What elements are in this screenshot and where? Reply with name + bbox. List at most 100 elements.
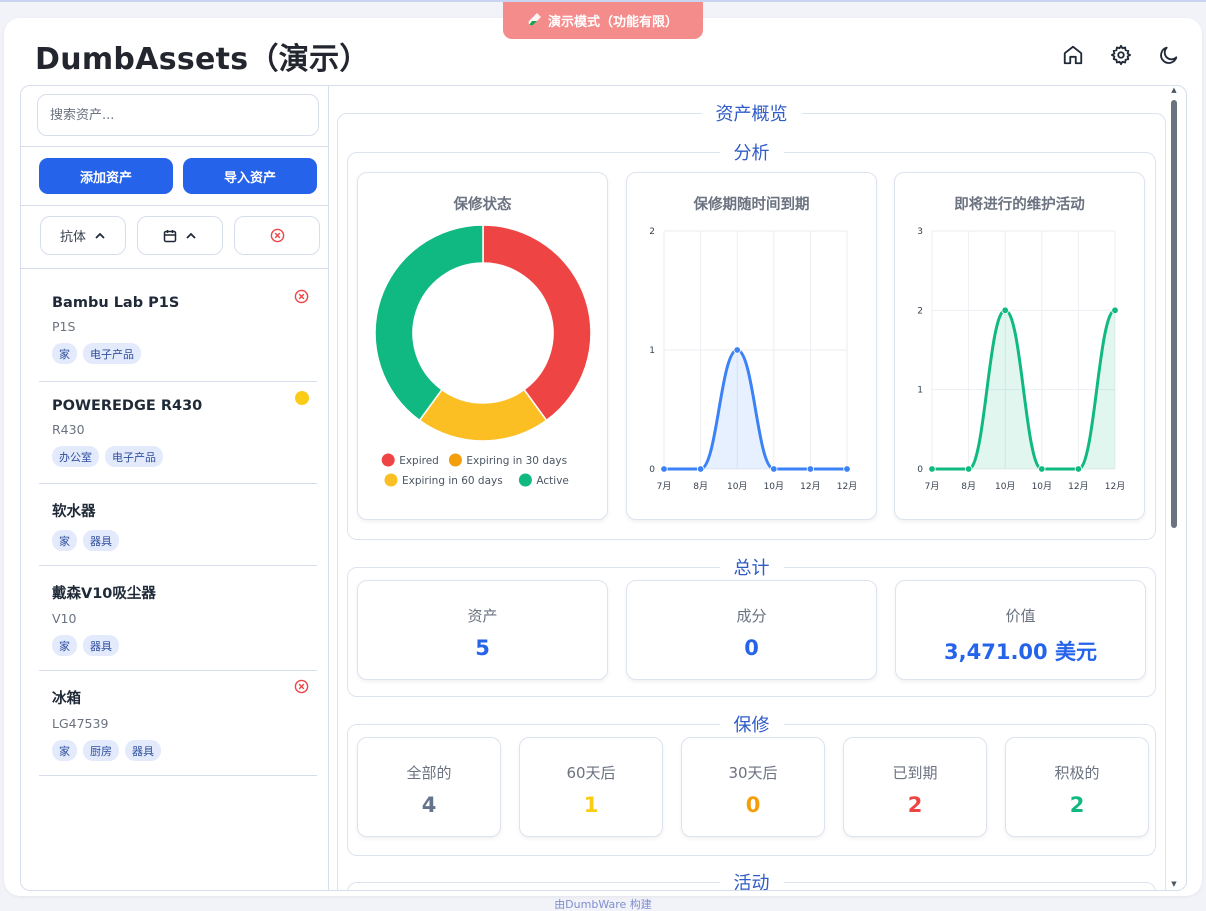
y-tick-label: 2 bbox=[649, 227, 655, 237]
asset-tags: 家 厨房 器具 bbox=[52, 740, 317, 761]
data-point[interactable] bbox=[770, 465, 778, 473]
data-point[interactable] bbox=[696, 465, 705, 473]
asset-list-item[interactable]: 冰箱 LG47539 家 厨房 器具 bbox=[39, 671, 317, 776]
stat-label: 已到期 bbox=[892, 764, 938, 782]
main-frame: 添加资产 导入资产 抗体 Bambu Lab P1S bbox=[20, 85, 1187, 891]
stat-value: 2 bbox=[907, 793, 923, 817]
asset-tags: 家 电子产品 bbox=[52, 343, 317, 364]
asset-tag[interactable]: 器具 bbox=[83, 635, 119, 656]
asset-tag[interactable]: 家 bbox=[52, 530, 77, 551]
data-point[interactable] bbox=[964, 465, 973, 473]
x-tick-label: 12月 bbox=[800, 481, 820, 492]
maintenance-card: 即将进行的维护活动 0 1 2 3 7月 8月 10月 10月 12月 12月 bbox=[894, 172, 1145, 520]
asset-list-item[interactable]: POWEREDGE R430 R430 办公室 电子产品 bbox=[39, 382, 317, 484]
warranty-expiry-chart: 0 1 2 7月 8月 10月 10月 12月 12月 bbox=[649, 227, 857, 492]
app-window: DumbAssets（演示） 添加资产 导入资产 抗体 bbox=[4, 18, 1202, 896]
legend-item[interactable]: Expired bbox=[381, 453, 439, 468]
x-tick-label: 8月 bbox=[961, 481, 976, 492]
pie-slice-active[interactable] bbox=[374, 224, 484, 422]
asset-sidebar: 添加资产 导入资产 抗体 Bambu Lab P1S bbox=[21, 86, 329, 890]
header-actions bbox=[1060, 42, 1182, 68]
legend-item[interactable]: Expiring in 60 days bbox=[384, 473, 503, 488]
data-point[interactable] bbox=[1038, 465, 1046, 473]
sort-date-button[interactable] bbox=[137, 216, 223, 255]
pie-slice-expired[interactable] bbox=[482, 224, 592, 422]
demo-mode-text: 演示模式（功能有限） bbox=[547, 15, 678, 30]
asset-model: P1S bbox=[52, 319, 76, 334]
asset-tag[interactable]: 电子产品 bbox=[83, 343, 141, 364]
scrollbar-thumb[interactable] bbox=[1171, 100, 1177, 528]
expired-status-icon bbox=[294, 289, 309, 304]
expired-status-icon bbox=[294, 679, 309, 694]
asset-tag[interactable]: 家 bbox=[52, 343, 77, 364]
settings-button[interactable] bbox=[1108, 42, 1134, 68]
asset-list-item[interactable]: 软水器 家 器具 bbox=[39, 484, 317, 566]
asset-list-item[interactable]: 戴森V10吸尘器 V10 家 器具 bbox=[39, 566, 317, 671]
pie-slice-expiring-in-60-days[interactable] bbox=[418, 388, 548, 442]
asset-tags: 家 器具 bbox=[52, 635, 317, 656]
asset-model: R430 bbox=[52, 422, 85, 437]
test-tube-icon bbox=[528, 12, 542, 30]
x-tick-label: 10月 bbox=[1032, 481, 1052, 492]
search-input[interactable] bbox=[37, 94, 319, 136]
data-point[interactable] bbox=[928, 465, 936, 473]
stat-label: 成分 bbox=[736, 607, 767, 625]
data-point[interactable] bbox=[1001, 306, 1009, 315]
legend-swatch bbox=[448, 453, 462, 467]
stat-value: 4 bbox=[421, 793, 437, 817]
legend-item[interactable]: Active bbox=[518, 473, 569, 488]
data-point[interactable] bbox=[660, 465, 668, 473]
data-point[interactable] bbox=[1111, 306, 1119, 315]
import-asset-button[interactable]: 导入资产 bbox=[183, 158, 317, 194]
legend-label: Expired bbox=[399, 455, 439, 467]
legend-swatch bbox=[384, 473, 398, 487]
overview-title: 资产概览 bbox=[715, 104, 788, 125]
x-tick-label: 12月 bbox=[837, 481, 857, 492]
legend-item[interactable]: Expiring in 30 days bbox=[448, 453, 567, 468]
expiring-status-dot bbox=[295, 391, 309, 405]
data-point[interactable] bbox=[806, 465, 815, 473]
stat-label: 30天后 bbox=[728, 764, 778, 782]
gear-icon bbox=[1110, 44, 1132, 66]
add-asset-button[interactable]: 添加资产 bbox=[39, 158, 173, 194]
data-point[interactable] bbox=[843, 465, 851, 473]
x-tick-label: 8月 bbox=[693, 481, 708, 492]
scroll-down-arrow[interactable]: ▼ bbox=[1170, 880, 1178, 888]
theme-toggle-button[interactable] bbox=[1156, 42, 1182, 68]
stat-label: 60天后 bbox=[566, 764, 616, 782]
totals-stat-card: 资产 5 bbox=[357, 580, 608, 680]
asset-tag[interactable]: 器具 bbox=[125, 740, 161, 761]
activity-title: 活动 bbox=[733, 873, 770, 890]
asset-tag[interactable]: 厨房 bbox=[83, 740, 119, 761]
data-point[interactable] bbox=[1074, 465, 1083, 473]
x-tick-label: 10月 bbox=[727, 481, 747, 492]
asset-tags: 办公室 电子产品 bbox=[52, 446, 317, 467]
asset-tag[interactable]: 家 bbox=[52, 635, 77, 656]
maintenance-chart: 0 1 2 3 7月 8月 10月 10月 12月 12月 bbox=[917, 227, 1125, 492]
asset-list: Bambu Lab P1S P1S 家 电子产品 POWEREDGE R430 … bbox=[21, 269, 328, 776]
legend-label: Active bbox=[536, 475, 568, 487]
data-point[interactable] bbox=[733, 346, 741, 354]
asset-name: 软水器 bbox=[52, 504, 96, 520]
warranty-stat-card: 30天后 0 bbox=[681, 737, 825, 837]
clear-filter-button[interactable] bbox=[234, 216, 320, 255]
x-tick-label: 10月 bbox=[764, 481, 784, 492]
sort-label: 抗体 bbox=[59, 230, 86, 245]
stat-value: 5 bbox=[475, 636, 490, 660]
stat-label: 价值 bbox=[1005, 607, 1036, 625]
circle-x-icon bbox=[270, 228, 284, 243]
dashboard-content: 资产概览 分析 保修状态 Expired Expiring in 30 days E… bbox=[331, 86, 1178, 890]
scroll-up-arrow[interactable]: ▲ bbox=[1170, 86, 1178, 94]
asset-tag[interactable]: 电子产品 bbox=[105, 446, 163, 467]
sidebar-actions: 添加资产 导入资产 bbox=[21, 147, 328, 206]
asset-tag[interactable]: 器具 bbox=[83, 530, 119, 551]
sort-name-button[interactable]: 抗体 bbox=[40, 216, 126, 255]
y-tick-label: 2 bbox=[917, 306, 923, 316]
asset-tag[interactable]: 家 bbox=[52, 740, 77, 761]
stat-label: 积极的 bbox=[1054, 764, 1100, 782]
home-button[interactable] bbox=[1060, 42, 1086, 68]
asset-list-item[interactable]: Bambu Lab P1S P1S 家 电子产品 bbox=[39, 269, 317, 382]
asset-tag[interactable]: 办公室 bbox=[52, 446, 99, 467]
stat-value: 0 bbox=[745, 793, 761, 817]
scrollbar[interactable]: ▲ ▼ bbox=[1168, 86, 1178, 890]
